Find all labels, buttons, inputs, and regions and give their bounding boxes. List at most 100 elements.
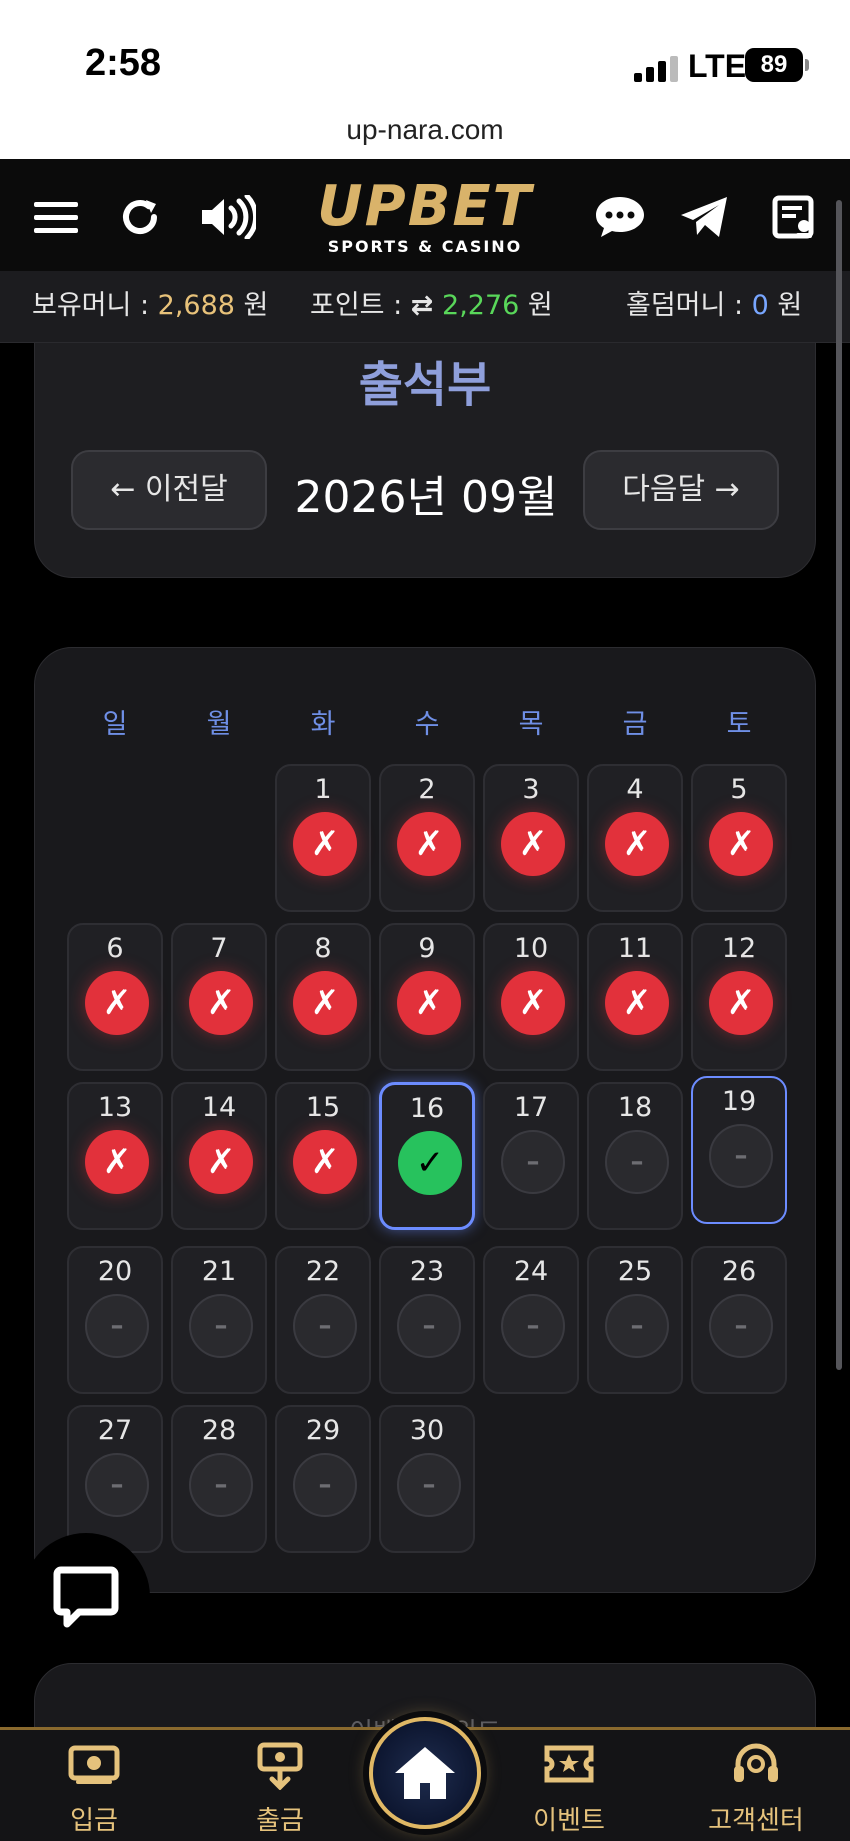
exchange-icon[interactable]: ⇄ xyxy=(411,290,434,321)
calendar-day-13[interactable]: 13 ✗ xyxy=(67,1082,163,1230)
calendar-day-24[interactable]: 24 – xyxy=(483,1246,579,1394)
calendar-day-16[interactable]: 16 ✓ xyxy=(379,1082,475,1230)
telegram-icon[interactable] xyxy=(676,189,732,245)
day-number: 6 xyxy=(106,933,124,964)
calendar-day-18[interactable]: 18 – xyxy=(587,1082,683,1230)
day-number: 21 xyxy=(201,1256,237,1287)
livechat-button[interactable] xyxy=(22,1533,150,1661)
pending-dash-icon: – xyxy=(501,1130,565,1194)
calendar-day-5[interactable]: 5 ✗ xyxy=(691,764,787,912)
day-number: 23 xyxy=(409,1256,445,1287)
status-bar: 2:58 LTE 89 xyxy=(0,0,850,105)
day-number: 5 xyxy=(730,774,748,805)
calendar-day-3[interactable]: 3 ✗ xyxy=(483,764,579,912)
scrollbar[interactable] xyxy=(836,200,842,1370)
pending-dash-icon: – xyxy=(189,1294,253,1358)
calendar-day-21[interactable]: 21 – xyxy=(171,1246,267,1394)
day-number: 17 xyxy=(513,1092,549,1123)
day-number: 13 xyxy=(97,1092,133,1123)
calendar-day-12[interactable]: 12 ✗ xyxy=(691,923,787,1071)
calendar-day-10[interactable]: 10 ✗ xyxy=(483,923,579,1071)
attendance-calendar: 일 월 화 수 목 금 토 1 ✗ 2 ✗ 3 ✗ 4 ✗ 5 ✗ 6 ✗ 7 ✗ 8 ✗ 9 ✗ 10 ✗ 11 ✗ 12 ✗ 13 ✗ 14 ✗… xyxy=(34,647,816,1593)
pending-dash-icon: – xyxy=(85,1294,149,1358)
home-icon xyxy=(395,1747,455,1799)
calendar-day-29[interactable]: 29 – xyxy=(275,1405,371,1553)
pending-dash-icon: – xyxy=(605,1294,669,1358)
money-balance: 보유머니 : 2,688 원 xyxy=(32,271,268,341)
calendar-day-1[interactable]: 1 ✗ xyxy=(275,764,371,912)
nav-support[interactable]: 고객센터 xyxy=(676,1730,836,1841)
nav-event-label: 이벤트 xyxy=(533,1806,605,1836)
day-number: 26 xyxy=(721,1256,757,1287)
day-number: 20 xyxy=(97,1256,133,1287)
absent-x-icon: ✗ xyxy=(501,812,565,876)
day-number: 11 xyxy=(617,933,653,964)
calendar-day-6[interactable]: 6 ✗ xyxy=(67,923,163,1071)
absent-x-icon: ✗ xyxy=(397,971,461,1035)
calendar-day-7[interactable]: 7 ✗ xyxy=(171,923,267,1071)
calendar-day-20[interactable]: 20 – xyxy=(67,1246,163,1394)
home-button[interactable] xyxy=(369,1717,481,1829)
calendar-day-14[interactable]: 14 ✗ xyxy=(171,1082,267,1230)
nav-withdraw[interactable]: 출금 xyxy=(200,1730,360,1841)
calendar-day-23[interactable]: 23 – xyxy=(379,1246,475,1394)
calendar-day-27[interactable]: 27 – xyxy=(67,1405,163,1553)
day-number: 30 xyxy=(409,1415,445,1446)
calendar-day-8[interactable]: 8 ✗ xyxy=(275,923,371,1071)
calendar-day-11[interactable]: 11 ✗ xyxy=(587,923,683,1071)
logo-subtitle: SPORTS & CASINO xyxy=(327,237,523,256)
calendar-day-15[interactable]: 15 ✗ xyxy=(275,1082,371,1230)
withdraw-icon xyxy=(256,1742,304,1794)
prev-month-button[interactable]: ← 이전달 xyxy=(71,450,267,530)
point-balance[interactable]: 포인트 : ⇄ 2,276 원 xyxy=(310,271,553,341)
pending-dash-icon: – xyxy=(397,1453,461,1517)
calendar-day-28[interactable]: 28 – xyxy=(171,1405,267,1553)
calendar-day-22[interactable]: 22 – xyxy=(275,1246,371,1394)
point-unit: 원 xyxy=(527,290,553,321)
calendar-day-4[interactable]: 4 ✗ xyxy=(587,764,683,912)
absent-x-icon: ✗ xyxy=(709,971,773,1035)
notice-icon[interactable] xyxy=(766,189,822,245)
battery-icon: 89 xyxy=(745,48,803,82)
weekday-label: 토 xyxy=(726,709,752,740)
calendar-day-17[interactable]: 17 – xyxy=(483,1082,579,1230)
nav-deposit-label: 입금 xyxy=(70,1806,118,1836)
menu-icon[interactable] xyxy=(28,189,84,245)
day-number: 16 xyxy=(409,1093,445,1124)
day-number: 1 xyxy=(314,774,332,805)
calendar-day-19[interactable]: 19 – xyxy=(691,1076,787,1224)
pending-dash-icon: – xyxy=(397,1294,461,1358)
point-label: 포인트 : xyxy=(310,290,403,321)
day-number: 18 xyxy=(617,1092,653,1123)
weekday-label: 수 xyxy=(414,709,440,740)
nav-deposit[interactable]: 입금 xyxy=(14,1730,174,1841)
calendar-day-9[interactable]: 9 ✗ xyxy=(379,923,475,1071)
absent-x-icon: ✗ xyxy=(293,971,357,1035)
pending-dash-icon: – xyxy=(605,1130,669,1194)
money-unit: 원 xyxy=(243,290,269,321)
pending-dash-icon: – xyxy=(85,1453,149,1517)
sound-icon[interactable] xyxy=(200,189,256,245)
next-month-button[interactable]: 다음달 → xyxy=(583,450,779,530)
calendar-day-2[interactable]: 2 ✗ xyxy=(379,764,475,912)
absent-x-icon: ✗ xyxy=(605,812,669,876)
day-number: 27 xyxy=(97,1415,133,1446)
address-bar[interactable]: up-nara.com xyxy=(0,105,850,159)
calendar-day-30[interactable]: 30 – xyxy=(379,1405,475,1553)
pending-dash-icon: – xyxy=(709,1124,773,1188)
upbet-logo[interactable]: UPBET SPORTS & CASINO xyxy=(300,179,550,259)
absent-x-icon: ✗ xyxy=(85,971,149,1035)
app-header: UPBET SPORTS & CASINO xyxy=(0,159,850,271)
calendar-day-25[interactable]: 25 – xyxy=(587,1246,683,1394)
refresh-icon[interactable] xyxy=(112,189,168,245)
chat-icon[interactable] xyxy=(592,189,648,245)
page-title: 출석부 xyxy=(358,357,492,413)
day-number: 3 xyxy=(522,774,540,805)
absent-x-icon: ✗ xyxy=(293,812,357,876)
day-number: 7 xyxy=(210,933,228,964)
day-number: 28 xyxy=(201,1415,237,1446)
nav-event[interactable]: 이벤트 xyxy=(489,1730,649,1841)
day-number: 14 xyxy=(201,1092,237,1123)
absent-x-icon: ✗ xyxy=(85,1130,149,1194)
calendar-day-26[interactable]: 26 – xyxy=(691,1246,787,1394)
